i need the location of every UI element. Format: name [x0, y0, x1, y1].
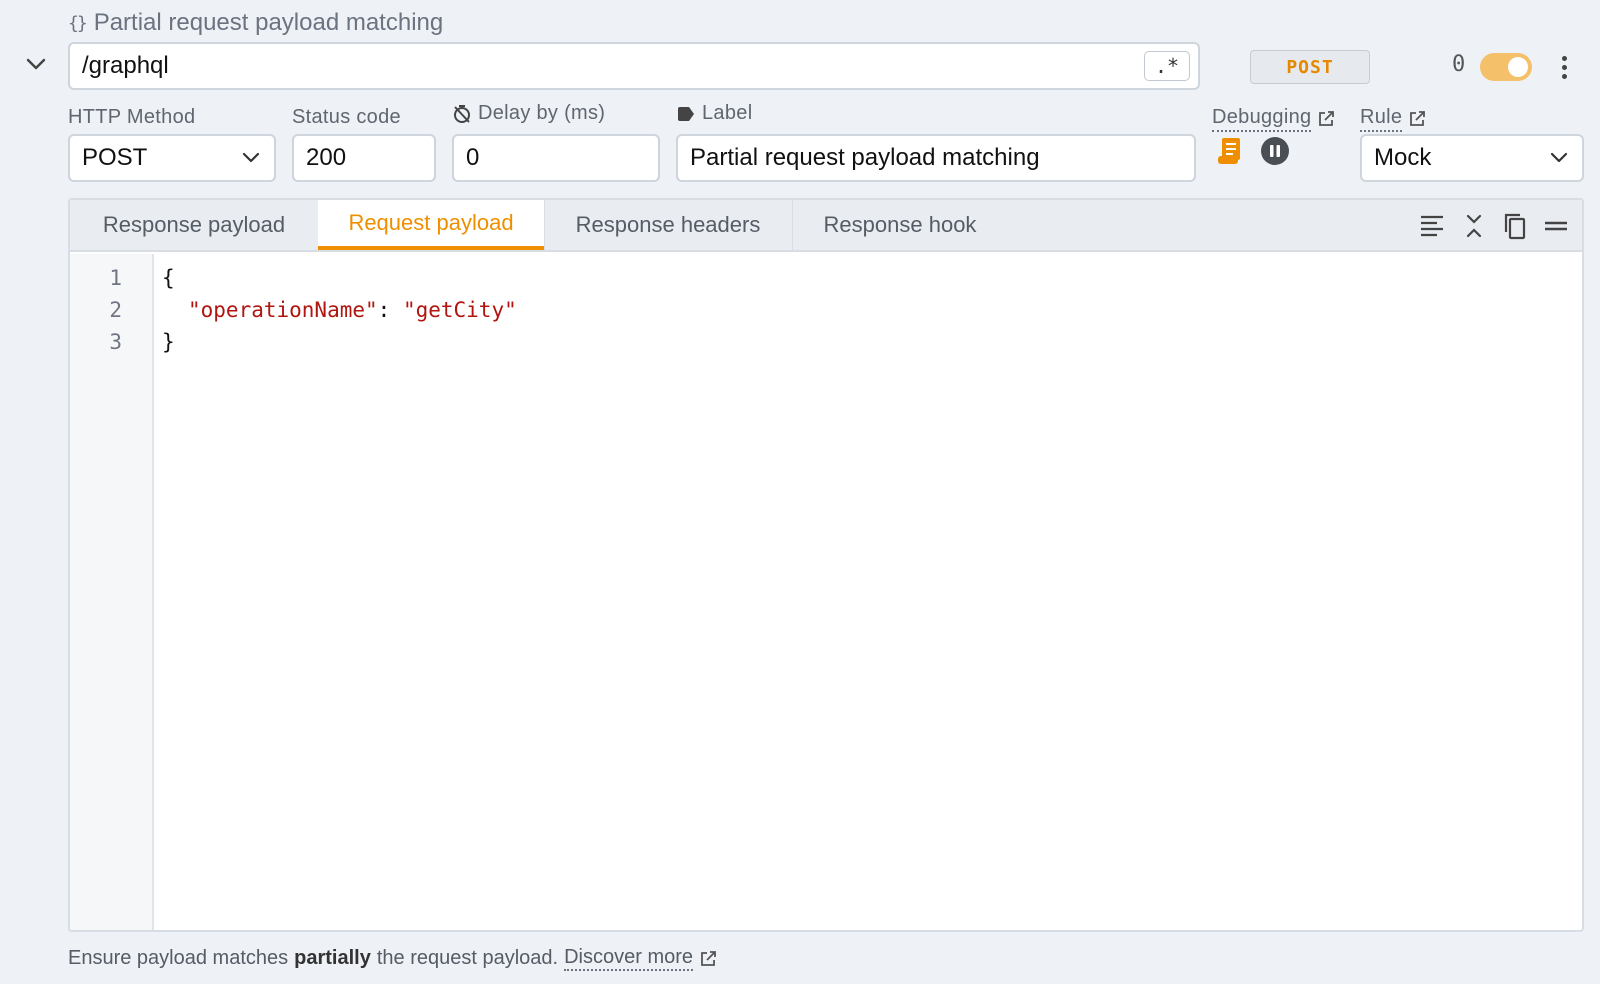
chevron-down-icon	[242, 152, 260, 163]
footer-text-after: the request payload.	[376, 947, 559, 969]
rule-enabled-toggle[interactable]	[1480, 53, 1532, 81]
label-field-label: Label	[676, 102, 752, 125]
collapse-button[interactable]	[22, 50, 50, 78]
tab-response-payload[interactable]: Response payload	[70, 200, 318, 250]
format-button[interactable]	[1418, 212, 1446, 240]
braces-icon: {}	[68, 12, 88, 34]
pause-icon	[1261, 137, 1289, 165]
debugging-label[interactable]: Debugging	[1212, 106, 1335, 132]
request-log-debug-button[interactable]	[1216, 136, 1244, 166]
code-line-3[interactable]: }	[162, 330, 175, 354]
rule-type-value: Mock	[1374, 144, 1432, 171]
tab-response-headers[interactable]: Response headers	[544, 200, 792, 250]
rule-type-label-text: Rule	[1360, 106, 1403, 132]
status-code-input[interactable]: 200	[292, 134, 436, 182]
editor-panel: Response payload Request payload Respons…	[68, 198, 1584, 932]
http-method-label: HTTP Method	[68, 106, 195, 129]
log-document-icon	[1218, 138, 1240, 164]
http-method-select[interactable]: POST	[68, 134, 276, 182]
chevron-down-icon	[1550, 152, 1568, 163]
url-input[interactable]: /graphql .*	[68, 42, 1200, 90]
rule-title-row: {} Partial request payload matching	[68, 8, 443, 38]
hit-count: 0	[1452, 52, 1466, 77]
rule-type-label[interactable]: Rule	[1360, 106, 1426, 132]
hamburger-icon	[1545, 221, 1567, 231]
rule-title: Partial request payload matching	[93, 9, 444, 36]
footer-help-text: Ensure payload matches partially the req…	[68, 946, 717, 971]
external-link-icon	[701, 950, 716, 966]
timer-off-icon	[454, 104, 470, 123]
label-input[interactable]: Partial request payload matching	[676, 134, 1196, 182]
method-badge: POST	[1250, 50, 1370, 84]
status-code-label: Status code	[292, 106, 401, 129]
json-colon: :	[377, 298, 403, 322]
tab-request-payload[interactable]: Request payload	[318, 200, 544, 250]
label-field-label-text: Label	[702, 102, 753, 124]
label-value: Partial request payload matching	[690, 144, 1040, 171]
line-number: 1	[109, 266, 122, 290]
discover-more-link[interactable]: Discover more	[564, 946, 694, 971]
collapse-all-button[interactable]	[1460, 212, 1488, 240]
tab-response-hook[interactable]: Response hook	[792, 200, 1008, 250]
pause-debug-button[interactable]	[1260, 136, 1290, 166]
debugging-label-text: Debugging	[1212, 106, 1312, 132]
delay-label: Delay by (ms)	[452, 102, 605, 125]
rule-type-select[interactable]: Mock	[1360, 134, 1584, 182]
align-left-icon	[1421, 215, 1443, 237]
delay-label-text: Delay by (ms)	[478, 102, 606, 124]
external-link-icon	[1319, 111, 1335, 126]
json-string-value: "getCity"	[402, 298, 517, 322]
collapse-icon	[1466, 214, 1482, 238]
http-method-label-text: HTTP Method	[68, 106, 196, 128]
line-number: 2	[109, 298, 122, 322]
status-code-label-text: Status code	[292, 106, 401, 128]
copy-button[interactable]	[1500, 212, 1528, 240]
code-line-2[interactable]: "operationName": "getCity"	[188, 298, 517, 322]
external-link-icon	[1410, 111, 1426, 126]
copy-icon	[1504, 213, 1526, 240]
footer-text-before: Ensure payload matches	[68, 947, 289, 969]
delay-input[interactable]: 0	[452, 134, 660, 182]
line-number: 3	[109, 330, 122, 354]
code-line-1[interactable]: {	[162, 266, 175, 290]
json-key: "operationName"	[188, 298, 378, 322]
tag-icon	[678, 106, 694, 121]
toggle-knob	[1508, 57, 1528, 77]
more-options-button[interactable]	[1554, 50, 1574, 84]
line-gutter: 1 2 3	[70, 254, 154, 930]
chevron-down-icon	[26, 58, 46, 70]
delay-value: 0	[466, 144, 480, 171]
editor-tabbar: Response payload Request payload Respons…	[70, 200, 1582, 252]
menu-button[interactable]	[1542, 212, 1570, 240]
status-code-value: 200	[306, 144, 347, 171]
http-method-value: POST	[82, 144, 148, 171]
url-value: /graphql	[82, 52, 169, 79]
regex-toggle-button[interactable]: .*	[1144, 51, 1190, 81]
footer-bold-text: partially	[294, 947, 371, 969]
